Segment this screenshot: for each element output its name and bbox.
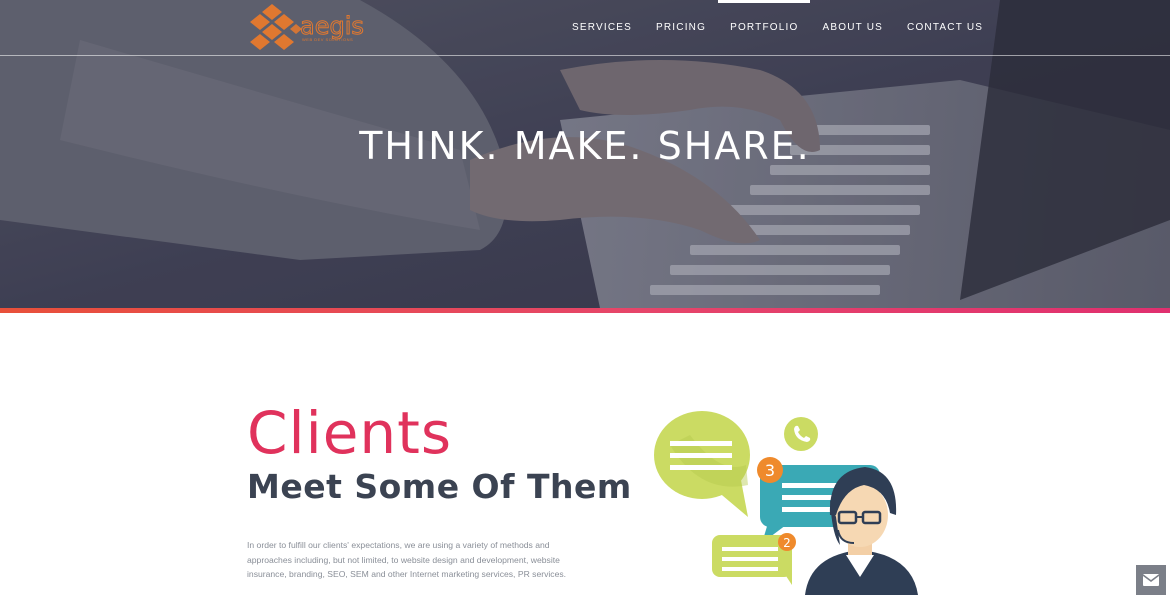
phone-icon (784, 417, 818, 451)
hero-banner: aegis WEB DEV SOLUTIONS SERVICES PRICING… (0, 0, 1170, 308)
hero-title: THINK. MAKE. SHARE. (359, 124, 811, 168)
contact-mail-button[interactable] (1136, 565, 1166, 595)
svg-text:2: 2 (783, 536, 791, 550)
nav-item-portfolio[interactable]: PORTFOLIO (718, 0, 811, 55)
nav-item-services[interactable]: SERVICES (560, 0, 644, 55)
clients-description: In order to fulfill our clients' expecta… (247, 540, 567, 579)
clients-title: Clients (247, 399, 453, 467)
clients-illustration: 3 2 (650, 405, 940, 600)
nav-item-pricing[interactable]: PRICING (644, 0, 718, 55)
logo-subtitle: WEB DEV SOLUTIONS (302, 37, 354, 42)
main-navigation: SERVICES PRICING PORTFOLIO ABOUT US CONT… (560, 0, 995, 55)
hero-gradient-divider (0, 308, 1170, 313)
nav-item-contact-us[interactable]: CONTACT US (895, 0, 995, 55)
nav-item-about-us[interactable]: ABOUT US (810, 0, 895, 55)
brand-logo[interactable]: aegis WEB DEV SOLUTIONS (246, 2, 406, 54)
speech-bubble-icon (654, 411, 750, 517)
clients-subtitle: Meet Some Of Them (247, 467, 632, 506)
nav-divider (0, 55, 1170, 56)
support-agent-icon: 3 2 (654, 411, 918, 595)
envelope-icon (1143, 574, 1159, 586)
svg-text:3: 3 (765, 461, 775, 480)
